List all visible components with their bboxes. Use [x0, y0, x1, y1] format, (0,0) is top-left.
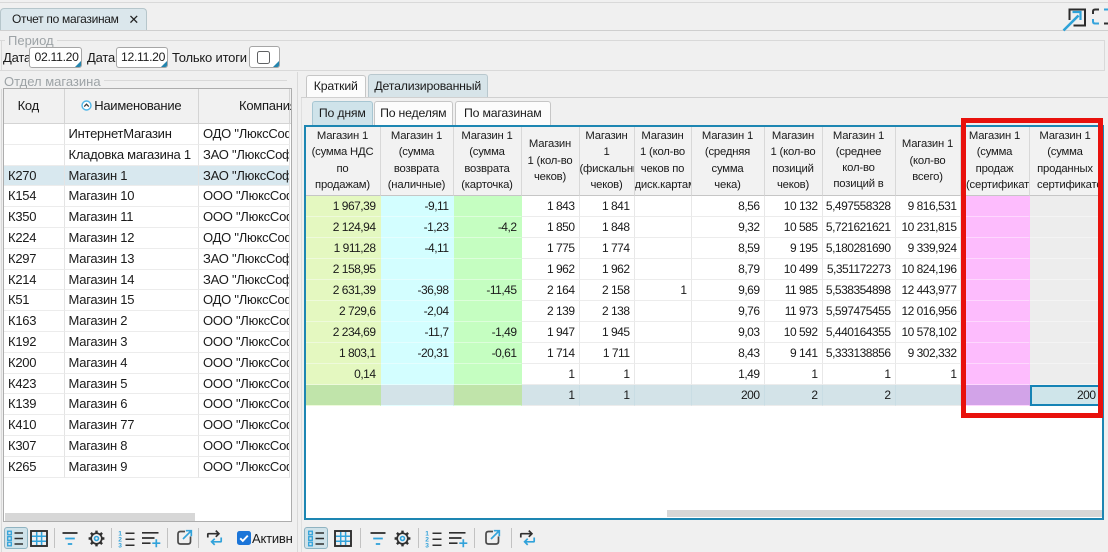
- svg-text:3: 3: [118, 542, 122, 547]
- svg-text:3: 3: [425, 542, 429, 547]
